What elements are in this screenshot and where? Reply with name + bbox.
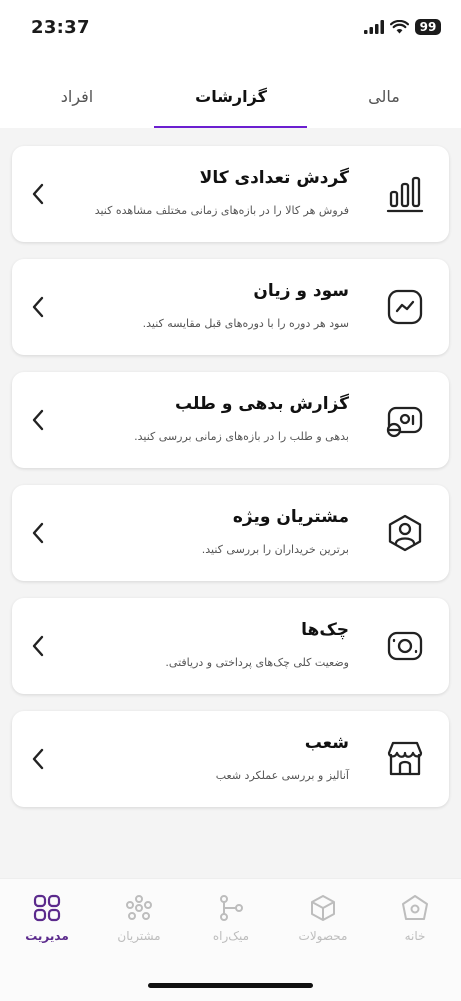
user-badge-icon — [388, 514, 422, 552]
tab-label: افراد — [60, 86, 94, 106]
box-icon — [311, 895, 335, 921]
chevron-left-icon — [32, 635, 44, 657]
chevron-left-icon — [32, 748, 44, 770]
home-icon — [402, 895, 428, 920]
nav-label: محصولات — [298, 929, 348, 943]
tab-gozareshat[interactable]: گزارشات — [154, 64, 308, 128]
card-title: چک‌ها — [301, 620, 349, 640]
card-title: گردش تعدادی کالا — [199, 168, 349, 188]
report-card-stock-turnover[interactable]: گردش تعدادی کالا فروش هر کالا را در بازه… — [12, 146, 449, 242]
bottom-navigation: خانه محصولات میک‌راه مشتریان — [0, 878, 461, 1001]
line-chart-icon — [387, 289, 423, 325]
home-indicator — [148, 983, 313, 988]
card-description: بدهی و طلب را در بازه‌های زمانی بررسی کن… — [134, 430, 349, 443]
cheque-icon — [387, 631, 423, 661]
nav-customers[interactable]: مشتریان — [93, 893, 185, 953]
tab-label: گزارشات — [195, 86, 267, 106]
card-description: فروش هر کالا را در بازه‌های زمانی مختلف … — [94, 204, 349, 217]
status-bar: 23:37 99 — [0, 0, 461, 56]
chevron-left-icon — [32, 409, 44, 431]
chevron-left-icon — [32, 296, 44, 318]
report-card-vip-customers[interactable]: مشتریان ویژه برترین خریداران را بررسی کن… — [12, 485, 449, 581]
nav-label: میک‌راه — [212, 929, 250, 943]
card-description: آنالیز و بررسی عملکرد شعب — [215, 769, 349, 782]
nav-home[interactable]: خانه — [369, 893, 461, 953]
grid-icon — [33, 894, 61, 922]
nav-mikrah[interactable]: میک‌راه — [185, 893, 277, 953]
report-card-debts-credits[interactable]: گزارش بدهی و طلب بدهی و طلب را در بازه‌ه… — [12, 372, 449, 468]
chevron-left-icon — [32, 522, 44, 544]
card-description: برترین خریداران را بررسی کنید. — [201, 543, 349, 556]
shop-icon — [387, 741, 423, 776]
wifi-icon — [390, 20, 409, 34]
card-description: وضعیت کلی چک‌های پرداختی و دریافتی. — [165, 656, 349, 669]
git-branch-icon — [220, 895, 243, 921]
card-description: سود هر دوره را با دوره‌های قبل مقایسه کن… — [142, 317, 349, 330]
money-icon — [386, 406, 423, 438]
card-title: مشتریان ویژه — [232, 507, 349, 527]
battery-indicator: 99 — [415, 19, 441, 35]
status-time: 23:37 — [31, 17, 90, 38]
card-title: شعب — [304, 733, 349, 753]
nav-label: مدیریت — [25, 929, 69, 943]
nav-management[interactable]: مدیریت — [1, 893, 93, 953]
report-card-profit-loss[interactable]: سود و زیان سود هر دوره را با دوره‌های قب… — [12, 259, 449, 355]
bar-chart-icon — [386, 176, 424, 213]
tab-label: مالی — [368, 86, 400, 106]
nav-products[interactable]: محصولات — [277, 893, 369, 953]
reports-list: گردش تعدادی کالا فروش هر کالا را در بازه… — [0, 128, 461, 878]
chevron-left-icon — [32, 183, 44, 205]
card-title: گزارش بدهی و طلب — [175, 394, 349, 414]
card-title: سود و زیان — [253, 281, 349, 301]
report-card-cheques[interactable]: چک‌ها وضعیت کلی چک‌های پرداختی و دریافتی… — [12, 598, 449, 694]
signal-icon — [364, 20, 384, 34]
status-icons: 99 — [364, 19, 441, 35]
nav-label: مشتریان — [117, 929, 161, 943]
tab-mali[interactable]: مالی — [307, 64, 461, 128]
customers-icon — [126, 895, 152, 920]
report-tabs: افراد گزارشات مالی — [0, 64, 461, 130]
report-card-branches[interactable]: شعب آنالیز و بررسی عملکرد شعب — [12, 711, 449, 807]
nav-label: خانه — [404, 929, 426, 943]
tab-afrad[interactable]: افراد — [0, 64, 154, 128]
